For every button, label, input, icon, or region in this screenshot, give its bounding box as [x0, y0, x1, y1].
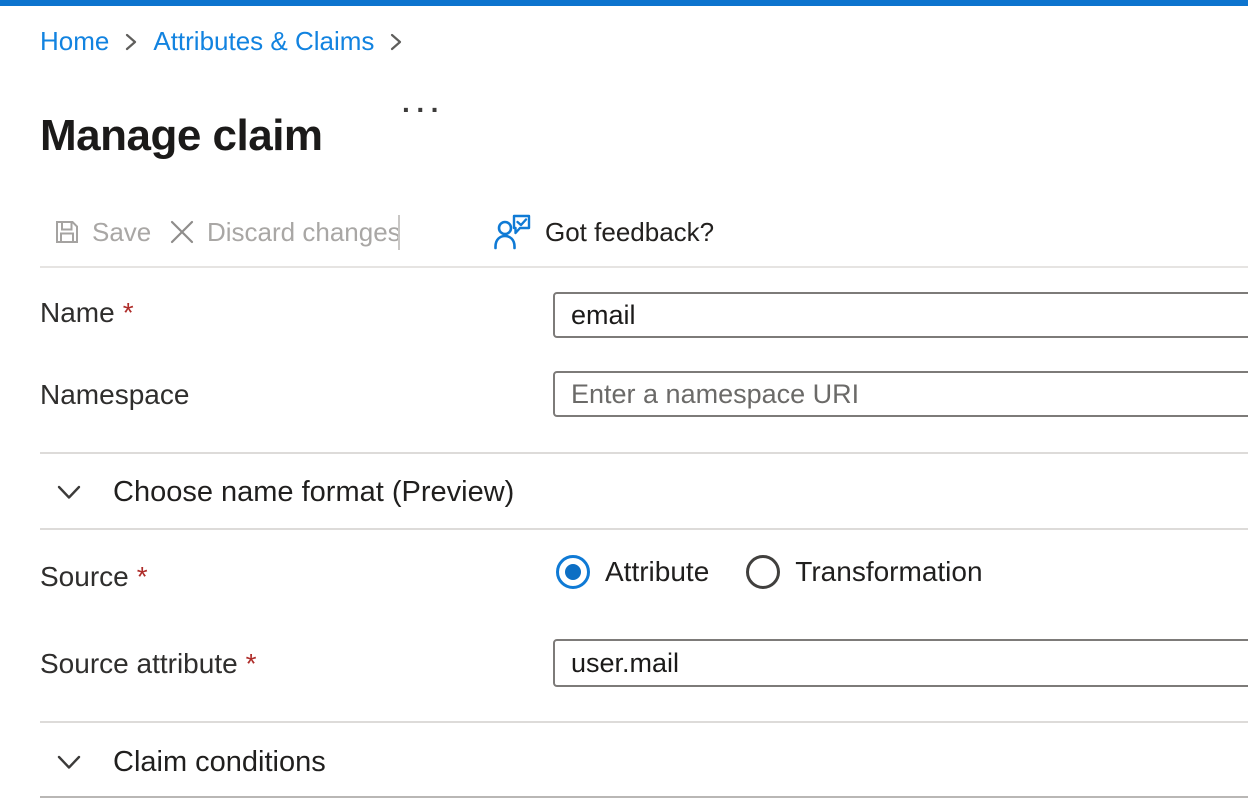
breadcrumb: Home Attributes & Claims [40, 26, 402, 57]
discard-changes-button[interactable] [167, 208, 197, 256]
name-label: Name * [40, 297, 134, 329]
section-divider [40, 721, 1248, 723]
discard-changes-label: Discard changes [207, 208, 401, 256]
got-feedback-button[interactable] [492, 208, 532, 256]
section-choose-name-format[interactable]: Choose name format (Preview) [40, 466, 1248, 518]
save-icon [52, 217, 82, 247]
radio-attribute-label: Attribute [605, 556, 709, 588]
required-asterisk: * [246, 648, 257, 679]
feedback-label-wrap: Got feedback? [545, 208, 714, 256]
radio-attribute[interactable]: Attribute [556, 555, 709, 589]
section-label: Choose name format (Preview) [113, 476, 514, 509]
required-asterisk: * [123, 297, 134, 328]
discard-label-wrap: Discard changes [207, 208, 401, 256]
feedback-person-icon [492, 213, 532, 251]
chevron-down-icon [57, 755, 81, 770]
section-divider [40, 796, 1248, 798]
section-divider [40, 528, 1248, 530]
section-claim-conditions[interactable]: Claim conditions [40, 736, 1248, 788]
page-title: Manage claim [40, 111, 323, 161]
radio-transformation[interactable]: Transformation [746, 555, 982, 589]
source-attribute-label: Source attribute * [40, 648, 257, 680]
chevron-right-icon [390, 32, 402, 52]
breadcrumb-link-attributes-claims[interactable]: Attributes & Claims [153, 26, 374, 57]
section-divider [40, 452, 1248, 454]
save-button[interactable] [52, 208, 82, 256]
source-attribute-input[interactable] [553, 639, 1248, 687]
chevron-down-icon [57, 485, 81, 500]
namespace-label: Namespace [40, 379, 189, 411]
toolbar-vertical-divider [398, 215, 400, 250]
name-input[interactable] [553, 292, 1248, 338]
got-feedback-label: Got feedback? [545, 208, 714, 256]
title-context-menu-button[interactable]: ··· [402, 94, 445, 126]
radio-transformation-label: Transformation [795, 556, 982, 588]
chevron-right-icon [125, 32, 137, 52]
top-accent-bar [0, 0, 1248, 6]
source-label: Source * [40, 561, 148, 593]
required-asterisk: * [137, 561, 148, 592]
namespace-input[interactable] [553, 371, 1248, 417]
breadcrumb-link-home[interactable]: Home [40, 26, 109, 57]
save-label-wrap: Save [92, 208, 151, 256]
radio-unselected-icon [746, 555, 780, 589]
save-label: Save [92, 208, 151, 256]
name-label-text: Name [40, 297, 115, 328]
source-radio-group: Attribute Transformation [556, 555, 983, 589]
toolbar-divider [40, 266, 1248, 268]
dismiss-x-icon [167, 217, 197, 247]
source-label-text: Source [40, 561, 129, 592]
section-label: Claim conditions [113, 746, 326, 779]
source-attribute-label-text: Source attribute [40, 648, 238, 679]
radio-selected-icon [556, 555, 590, 589]
command-toolbar: Save Discard changes Got feedback? [40, 208, 1248, 256]
